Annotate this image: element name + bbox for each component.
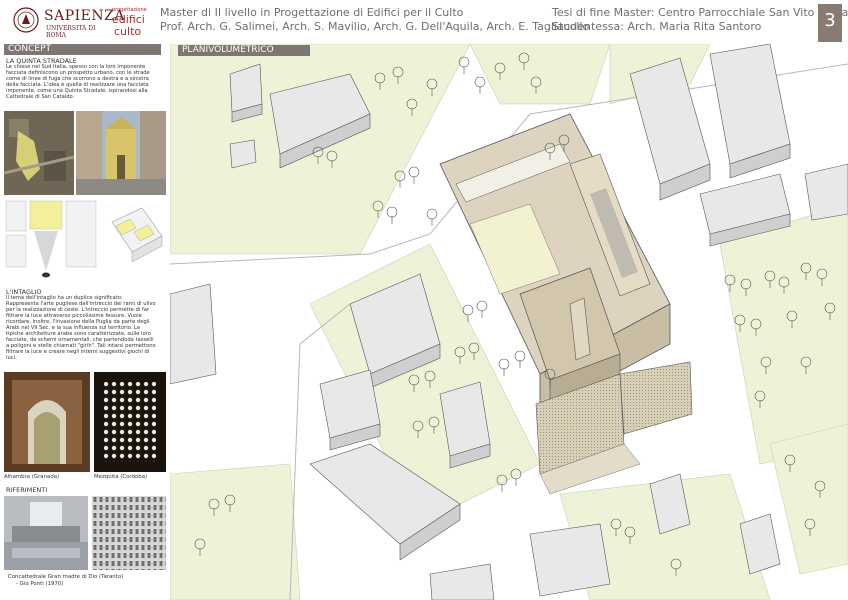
facade-axonometric-diagram (111, 207, 163, 263)
brand-subtitle: UNIVERSITÀ DI ROMA (46, 25, 96, 39)
master-logo-line3: culto (114, 25, 141, 38)
concattedrale-photo (4, 496, 88, 570)
caption-concattedrale-1: Concattedrale Gran madre di Dio (Taranto… (8, 574, 124, 580)
aerial-photo (4, 111, 74, 195)
caption-mezquita: Mezquita (Cordoba) (94, 474, 148, 480)
planivolumetric-label: PLANIVOLUMETRICO (178, 45, 310, 56)
quinta-text: Le chiese nel Sud Italia, spesso con la … (6, 64, 150, 100)
alhambra-photo (4, 372, 90, 472)
caption-concattedrale-2: - Gio Ponti (1970) (16, 581, 64, 587)
concept-sidebar: CONCEPT LA QUINTA STRADALE Le chiese nel… (4, 44, 169, 596)
professors: Prof. Arch. G. Salimei, Arch. S. Mavilio… (160, 20, 590, 33)
cathedral-photo (76, 111, 166, 195)
concept-heading: CONCEPT (4, 44, 161, 55)
sapienza-logo: SAPIENZA UNIVERSITÀ DI ROMA (8, 4, 124, 39)
lawn-area (170, 463, 301, 600)
master-logo: progettazione edifici culto (112, 7, 147, 38)
page-number-badge: 3 (818, 4, 842, 42)
intaglio-text: Il tema dell'intaglio ha un duplice sign… (6, 295, 156, 361)
header-bar: SAPIENZA UNIVERSITÀ DI ROMA progettazion… (0, 0, 848, 42)
student-name: Studentessa: Arch. Maria Rita Santoro (552, 20, 762, 33)
planivolumetric-site-plan (170, 44, 848, 600)
caption-alhambra: Alhambra (Granada) (4, 474, 60, 480)
university-seal-icon (13, 7, 39, 33)
mezquita-photo (94, 372, 166, 472)
ponti-facade-photo (92, 496, 166, 570)
riferimenti-title: RIFERIMENTI (6, 486, 48, 494)
master-title: Master di II livello in Progettazione di… (160, 6, 464, 19)
thesis-title: Tesi di fine Master: Centro Parrocchiale… (552, 6, 848, 19)
vanishing-point-diagram (5, 200, 97, 278)
